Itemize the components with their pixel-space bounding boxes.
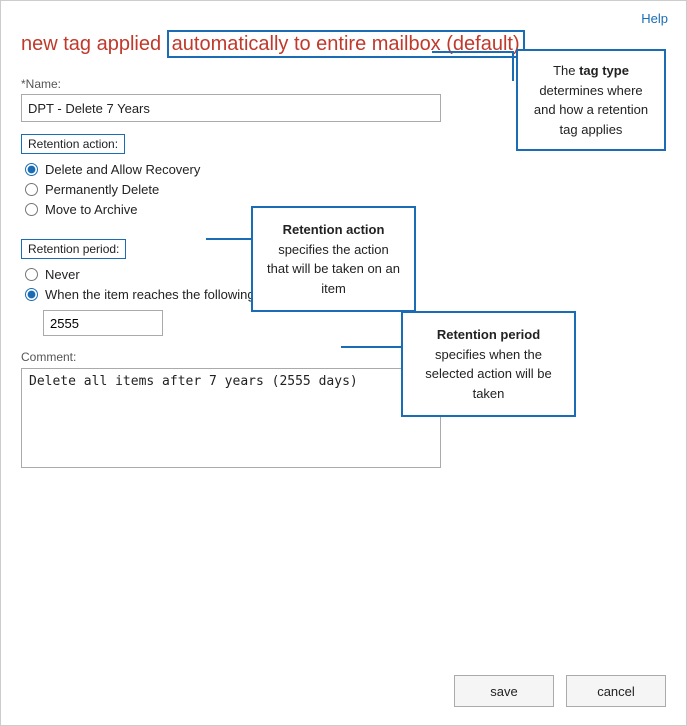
tag-type-connector-vertical	[512, 51, 514, 81]
retention-action-tooltip: Retention action specifies the action th…	[251, 206, 416, 312]
retention-period-label: Retention period:	[21, 239, 126, 259]
bottom-buttons: save cancel	[454, 675, 666, 707]
retention-action-label: Retention action:	[21, 134, 125, 154]
radio-delete-allow-label: Delete and Allow Recovery	[45, 162, 200, 177]
radio-permanently-delete[interactable]: Permanently Delete	[25, 182, 666, 197]
radio-move-archive-label: Move to Archive	[45, 202, 138, 217]
comment-textarea[interactable]: Delete all items after 7 years (2555 day…	[21, 368, 441, 468]
retention-action-tooltip-bold: Retention action	[283, 222, 385, 237]
retention-period-tooltip: Retention period specifies when the sele…	[401, 311, 576, 417]
header-prefix: new tag applied	[21, 33, 161, 55]
tag-type-bold: tag type	[579, 63, 629, 78]
name-input[interactable]	[21, 94, 441, 122]
retention-period-tooltip-rest: specifies when the selected action will …	[425, 347, 551, 401]
retention-period-connector	[341, 346, 403, 348]
radio-never-label: Never	[45, 267, 80, 282]
retention-period-tooltip-bold: Retention period	[437, 327, 540, 342]
header-highlighted: automatically to entire mailbox (default…	[167, 30, 525, 58]
radio-permanently-delete-label: Permanently Delete	[45, 182, 159, 197]
tag-type-pre: The	[553, 63, 579, 78]
tag-type-connector-horizontal	[432, 51, 514, 53]
tag-type-tooltip: The tag type determines where and how a …	[516, 49, 666, 151]
dialog-window: Help new tag applied automatically to en…	[0, 0, 687, 726]
radio-delete-allow[interactable]: Delete and Allow Recovery	[25, 162, 666, 177]
cancel-button[interactable]: cancel	[566, 675, 666, 707]
period-days-input[interactable]	[43, 310, 163, 336]
retention-action-tooltip-rest: specifies the action that will be taken …	[267, 242, 400, 296]
tag-type-rest: determines where and how a retention tag…	[534, 83, 648, 137]
retention-action-connector	[206, 238, 251, 240]
save-button[interactable]: save	[454, 675, 554, 707]
